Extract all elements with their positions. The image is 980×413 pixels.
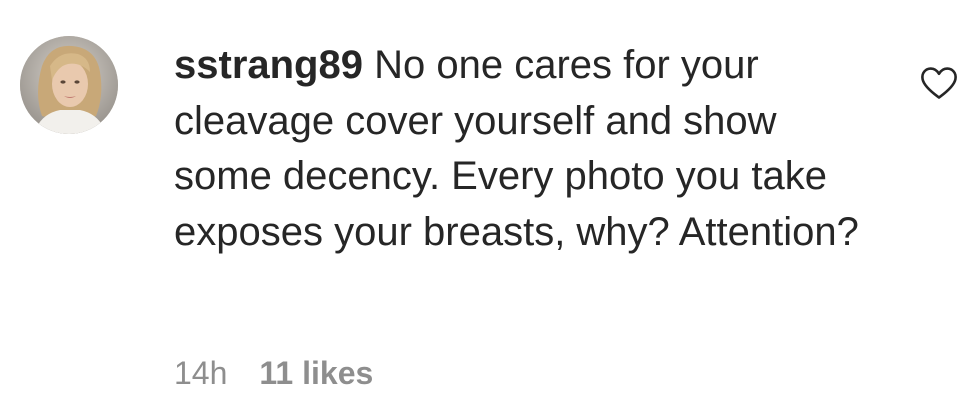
avatar-photo [20, 36, 118, 134]
comment-likes[interactable]: 11 likes [259, 355, 373, 391]
comment: sstrang89 No one cares for your cleavage… [0, 0, 980, 413]
comment-body: sstrang89 No one cares for your cleavage… [174, 38, 874, 260]
comment-username[interactable]: sstrang89 [174, 43, 363, 87]
like-button[interactable] [920, 66, 958, 100]
heart-outline-icon [921, 67, 957, 99]
avatar[interactable] [20, 36, 118, 134]
comment-meta: 14h 11 likes [174, 355, 373, 392]
comment-timestamp[interactable]: 14h [174, 355, 227, 391]
